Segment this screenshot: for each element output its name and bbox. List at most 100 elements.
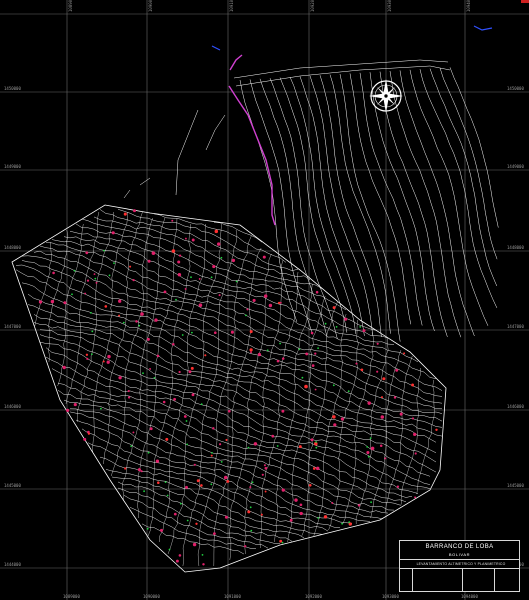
survey-point bbox=[38, 300, 43, 304]
survey-point bbox=[360, 368, 364, 372]
vegetation-point bbox=[190, 276, 192, 279]
vegetation-point bbox=[143, 490, 146, 493]
grid-label: 1089000 bbox=[63, 594, 80, 599]
drawing-canvas[interactable]: 1089000 1090000 1091000 1092000 1093000 … bbox=[0, 0, 529, 600]
survey-point bbox=[132, 278, 135, 282]
survey-point bbox=[104, 305, 108, 308]
vegetation-point bbox=[90, 312, 92, 314]
vegetation-point bbox=[166, 494, 169, 497]
survey-point bbox=[411, 417, 415, 420]
vegetation-point bbox=[341, 522, 343, 525]
survey-point bbox=[249, 330, 253, 334]
contour-line bbox=[141, 523, 245, 555]
survey-point bbox=[129, 265, 132, 268]
survey-point bbox=[133, 209, 136, 213]
survey-point bbox=[178, 370, 181, 374]
survey-point bbox=[277, 301, 281, 305]
contour-line bbox=[27, 304, 437, 443]
survey-point bbox=[376, 370, 379, 373]
vegetation-point bbox=[210, 483, 213, 486]
northern-road-edge bbox=[233, 59, 451, 87]
contour-line bbox=[69, 408, 389, 514]
vegetation-point bbox=[186, 443, 189, 446]
survey-point bbox=[213, 331, 217, 335]
survey-point bbox=[333, 423, 337, 427]
survey-point bbox=[357, 504, 361, 507]
contour-line bbox=[117, 209, 299, 271]
survey-point bbox=[214, 229, 219, 234]
terrain-contour bbox=[449, 67, 499, 228]
vegetation-point bbox=[191, 331, 193, 334]
survey-point bbox=[204, 354, 207, 357]
vegetation-point bbox=[210, 276, 213, 279]
terrain-contour bbox=[379, 71, 448, 337]
contour-line bbox=[81, 428, 353, 524]
survey-point bbox=[250, 351, 252, 354]
grid-label: 1089000 bbox=[68, 0, 73, 12]
title-block: BARRANCO DE LOBA BOLIVAR LEVANTAMIENTO A… bbox=[399, 540, 520, 592]
access-road bbox=[228, 54, 276, 226]
survey-point bbox=[253, 442, 258, 446]
grid-label: 1094000 bbox=[461, 594, 478, 599]
survey-point bbox=[244, 545, 247, 548]
survey-point bbox=[127, 396, 131, 399]
survey-point bbox=[281, 488, 285, 492]
survey-point bbox=[340, 417, 345, 421]
survey-point bbox=[149, 427, 153, 431]
grid-label: 1447000 bbox=[4, 324, 21, 329]
survey-point bbox=[252, 298, 256, 302]
survey-point bbox=[268, 303, 273, 308]
vegetation-point bbox=[153, 377, 156, 379]
street-line bbox=[65, 211, 100, 405]
survey-point bbox=[384, 457, 387, 460]
survey-point bbox=[271, 434, 275, 438]
survey-point bbox=[165, 437, 169, 441]
grid-labels-left: 1450000 1449000 1448000 1447000 1446000 … bbox=[4, 86, 21, 567]
survey-point bbox=[355, 362, 358, 365]
survey-point bbox=[380, 415, 385, 419]
survey-point bbox=[198, 303, 203, 307]
survey-point bbox=[231, 258, 236, 263]
survey-point bbox=[260, 513, 263, 516]
survey-point bbox=[218, 294, 221, 297]
survey-point bbox=[86, 357, 89, 360]
terrain-contour bbox=[429, 68, 498, 287]
survey-point bbox=[323, 515, 328, 519]
survey-point bbox=[382, 377, 386, 381]
vegetation-point bbox=[317, 517, 320, 519]
survey-point bbox=[147, 259, 151, 263]
survey-point bbox=[193, 463, 196, 466]
terrain-contour bbox=[419, 69, 498, 309]
survey-point bbox=[249, 348, 253, 352]
vegetation-point bbox=[73, 269, 76, 272]
survey-point bbox=[111, 231, 115, 235]
contour-line bbox=[75, 223, 377, 331]
survey-point bbox=[264, 466, 268, 470]
grid-label: 1092000 bbox=[305, 594, 322, 599]
contour-line bbox=[39, 329, 437, 473]
survey-point bbox=[87, 432, 90, 435]
vegetation-point bbox=[249, 506, 252, 509]
vegetation-point bbox=[181, 334, 184, 336]
survey-point bbox=[210, 454, 213, 457]
survey-point bbox=[83, 437, 87, 441]
vegetation-point bbox=[369, 437, 372, 440]
survey-point bbox=[396, 485, 400, 488]
survey-point bbox=[118, 299, 122, 303]
survey-point bbox=[299, 503, 303, 507]
vegetation-point bbox=[94, 277, 97, 280]
survey-point bbox=[315, 290, 319, 294]
survey-point bbox=[212, 264, 216, 269]
survey-point bbox=[299, 511, 303, 516]
vegetation-point bbox=[164, 481, 167, 483]
title-cell bbox=[462, 569, 495, 592]
water-feature bbox=[211, 25, 493, 51]
survey-point bbox=[332, 306, 336, 310]
vegetation-point bbox=[247, 446, 250, 449]
vegetation-point bbox=[147, 451, 150, 454]
street-line bbox=[57, 223, 84, 387]
survey-point bbox=[52, 271, 55, 275]
survey-point bbox=[263, 464, 266, 467]
vegetation-point bbox=[367, 455, 370, 458]
grid-label: 1093000 bbox=[387, 0, 392, 12]
